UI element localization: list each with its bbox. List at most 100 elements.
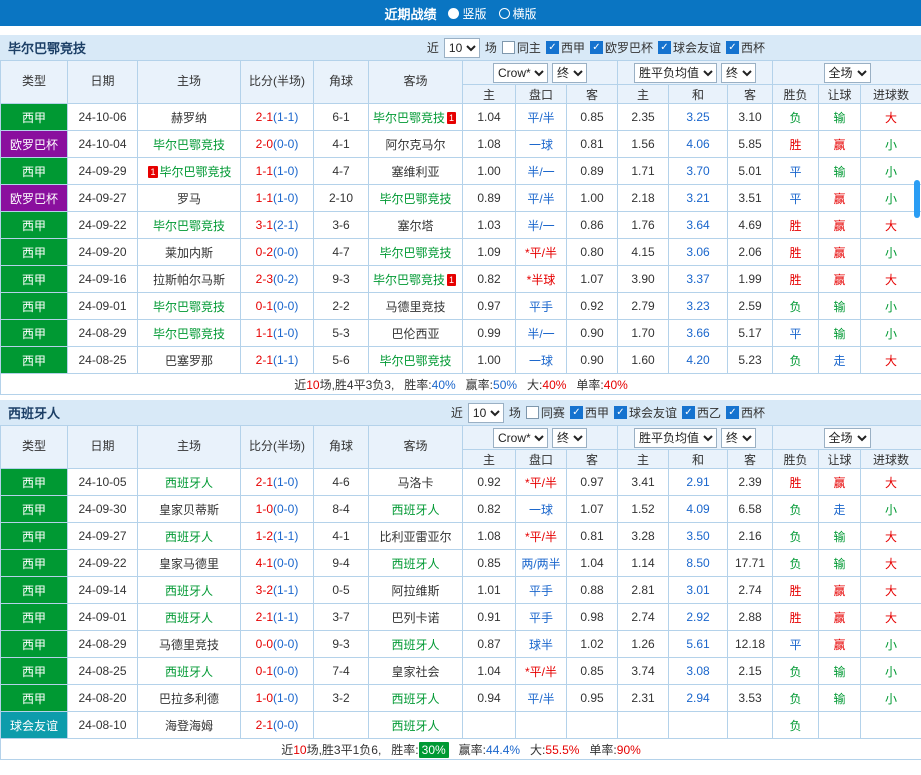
team-name-text: 西班牙人: [164, 475, 213, 490]
score-fulltime: 0-1: [255, 299, 273, 313]
match-count-select[interactable]: 10: [467, 402, 504, 423]
home-team: 西班牙人: [137, 576, 241, 604]
odds-company-select[interactable]: Crow*: [493, 427, 548, 448]
score: 3-1(2-1): [240, 211, 314, 239]
match-count-select[interactable]: 10: [443, 37, 480, 58]
avg-away: 2.74: [726, 576, 774, 604]
red-card-badge: 1: [447, 273, 457, 286]
match-row: 西甲 24-09-30 皇家贝蒂斯 1-0(0-0) 8-4 西班牙人 0.82 一球 1.07…: [0, 495, 921, 523]
checkbox-label: 同主: [516, 41, 541, 55]
checkbox-label: 西杯: [740, 41, 765, 55]
team-name-text: 塞尔塔: [397, 218, 434, 233]
odds-away: 1.02: [566, 630, 618, 658]
avg-away: 6.58: [726, 495, 774, 523]
corners: 0-5: [313, 576, 369, 604]
match-row: 西甲 24-09-14 西班牙人 3-2(1-1) 0-5 阿拉维斯 1.01 平手 0.88 2…: [0, 576, 921, 604]
avg-odds-select[interactable]: 胜平负均值: [634, 62, 717, 83]
score-fulltime: 1-2: [255, 529, 273, 543]
avg-draw: [668, 711, 728, 739]
avg-home: [617, 711, 669, 739]
match-type-badge: 西甲: [0, 522, 68, 550]
goals-result: 小: [860, 319, 921, 347]
scope-select[interactable]: 全场: [823, 62, 871, 83]
match-date: 24-08-29: [67, 319, 138, 347]
filter-checkbox-西乙[interactable]: 西乙: [681, 404, 721, 421]
win-rate-value: 40%: [431, 377, 456, 392]
match-type-badge: 西甲: [0, 238, 68, 266]
match-row: 西甲 24-10-06 赫罗纳 2-1(1-1) 6-1 毕尔巴鄂竞技 1 1.04 平/半 0.…: [0, 103, 921, 131]
odds-line: 一球: [515, 346, 567, 374]
avg-period-select[interactable]: 终: [721, 427, 756, 448]
score-fulltime: 0-2: [255, 245, 273, 259]
match-date: 24-08-10: [67, 711, 138, 739]
score-fulltime: 4-1: [255, 556, 273, 570]
odds-company-select[interactable]: Crow*: [493, 62, 548, 83]
match-date: 24-08-25: [67, 657, 138, 685]
avg-draw: 5.61: [668, 630, 728, 658]
team-name-text: 毕尔巴鄂竞技: [159, 164, 232, 179]
score-halftime: (1-1): [273, 529, 299, 543]
red-card-badge: 1: [447, 111, 457, 124]
col-corner: 角球: [313, 425, 369, 469]
result: 平: [772, 630, 820, 658]
match-row: 西甲 24-09-16 拉斯帕尔马斯 2-3(0-2) 9-3 毕尔巴鄂竞技 1 0.82 *半…: [0, 265, 921, 293]
odds-period-select[interactable]: 终: [552, 62, 587, 83]
filter-checkbox-西杯[interactable]: 西杯: [725, 39, 765, 56]
checkbox-icon: [501, 41, 515, 54]
filter-checkbox-欧罗巴杯[interactable]: 欧罗巴杯: [589, 39, 653, 56]
goals-result: 小: [860, 657, 921, 685]
checkbox-icon: [589, 41, 603, 54]
odds-period-select[interactable]: 终: [552, 427, 587, 448]
odds-home: 1.09: [462, 238, 516, 266]
odds-home: 1.08: [462, 522, 516, 550]
scrollbar-thumb[interactable]: [914, 180, 920, 218]
handicap-result: 赢: [818, 211, 862, 239]
score-fulltime: 2-0: [255, 137, 273, 151]
avg-draw: 4.06: [668, 130, 728, 158]
score-fulltime: 0-1: [255, 664, 273, 678]
col-away: 客场: [368, 60, 463, 104]
goals-result: 小: [860, 238, 921, 266]
radio-horizontal[interactable]: 横版: [498, 5, 537, 22]
team-name-text: 毕尔巴鄂竞技: [152, 137, 225, 152]
radio-vertical[interactable]: 竖版: [448, 5, 487, 22]
avg-home: 3.28: [617, 522, 669, 550]
odds-home: 1.08: [462, 130, 516, 158]
score: 1-0(1-0): [240, 684, 314, 712]
avg-odds-select[interactable]: 胜平负均值: [634, 427, 717, 448]
handicap-result: 输: [818, 103, 862, 131]
odds-line: 平/半: [515, 184, 567, 212]
scope-select[interactable]: 全场: [823, 427, 871, 448]
team-name-text: 阿尔克马尔: [385, 137, 446, 152]
match-row: 西甲 24-09-01 毕尔巴鄂竞技 0-1(0-0) 2-2 马德里竞技 0.97 平手 0.…: [0, 292, 921, 320]
match-date: 24-10-05: [67, 468, 138, 496]
match-row: 西甲 24-08-20 巴拉多利德 1-0(1-0) 3-2 西班牙人 0.94 平/半 0.9…: [0, 684, 921, 712]
team-name-text: 皇家马德里: [158, 556, 219, 571]
avg-period-select[interactable]: 终: [721, 62, 756, 83]
match-type-badge: 西甲: [0, 157, 68, 185]
odds-line: *平/半: [515, 657, 567, 685]
filter-checkbox-西甲[interactable]: 西甲: [569, 404, 609, 421]
filter-checkbox-球会友谊[interactable]: 球会友谊: [613, 404, 677, 421]
filter-checkbox-西杯[interactable]: 西杯: [725, 404, 765, 421]
corners: 2-2: [313, 292, 369, 320]
team-section: 毕尔巴鄂竞技近10场同主西甲欧罗巴杯球会友谊西杯类型日期主场比分(半场)角球客场…: [0, 35, 921, 395]
result: 平: [772, 184, 820, 212]
filter-checkbox-同赛[interactable]: 同赛: [525, 404, 565, 421]
odds-line: 平/半: [515, 103, 567, 131]
filter-checkbox-西甲[interactable]: 西甲: [545, 39, 585, 56]
team-name-text: 西班牙人: [391, 556, 440, 571]
col-goals: 进球数: [860, 84, 921, 104]
odds-line: 平手: [515, 292, 567, 320]
result: 胜: [772, 238, 820, 266]
filter-checkbox-同主[interactable]: 同主: [501, 39, 541, 56]
checkbox-icon: [725, 41, 739, 54]
filter-checkbox-球会友谊[interactable]: 球会友谊: [657, 39, 721, 56]
match-date: 24-08-25: [67, 346, 138, 374]
team-name-text: 马洛卡: [397, 475, 434, 490]
away-team: 西班牙人: [368, 711, 463, 739]
team-name-text: 巴塞罗那: [164, 353, 213, 368]
match-row: 西甲 24-08-29 马德里竞技 0-0(0-0) 9-3 西班牙人 0.87 球半 1.02…: [0, 630, 921, 658]
avg-away: 4.69: [726, 211, 774, 239]
team-name-text: 莱加内斯: [164, 245, 213, 260]
